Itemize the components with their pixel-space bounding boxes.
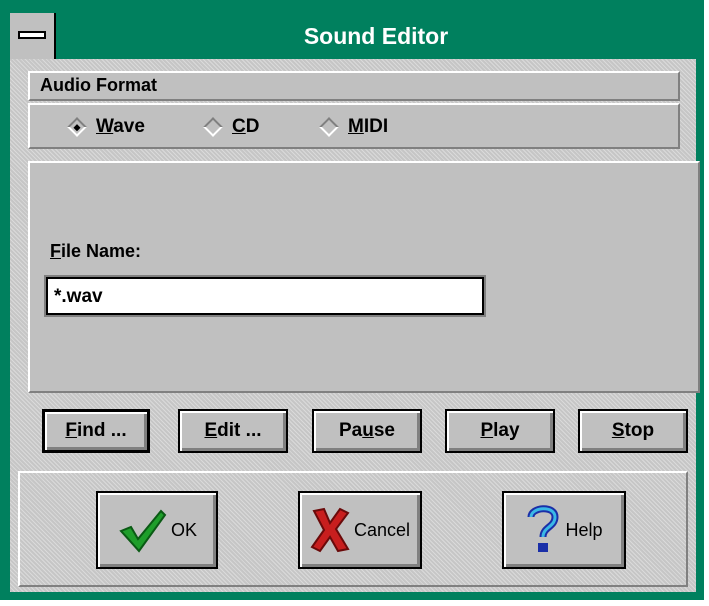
window-title: Sound Editor (303, 23, 449, 49)
help-button[interactable]: Help (502, 491, 626, 569)
system-menu-button[interactable] (10, 13, 56, 59)
system-menu-icon (18, 31, 46, 39)
ok-button[interactable]: OK (96, 491, 218, 569)
x-icon (310, 507, 350, 553)
pause-button-label: Pause (339, 420, 395, 441)
audio-format-options: Wave CD MIDI (28, 103, 680, 149)
title-bar[interactable]: Sound Editor (10, 13, 696, 59)
play-button-label: Play (480, 420, 520, 441)
ok-button-label: OK (170, 519, 197, 540)
file-name-value: *.wav (54, 286, 103, 307)
radio-wave-label: Wave (96, 116, 145, 137)
pause-button[interactable]: Pause (312, 409, 422, 453)
help-button-label: Help (565, 519, 603, 540)
radio-unselected-icon (203, 117, 223, 137)
stop-button[interactable]: Stop (578, 409, 688, 453)
radio-midi-label: MIDI (348, 116, 389, 137)
edit-button-label: Edit ... (204, 420, 262, 441)
audio-format-label: Audio Format (40, 75, 157, 95)
play-button[interactable]: Play (445, 409, 555, 453)
radio-selected-icon (67, 117, 87, 137)
audio-format-header: Audio Format (28, 71, 680, 101)
file-name-label: File Name: (50, 241, 142, 261)
dialog-client-area: Audio Format Wave CD MIDI File Name: *.w… (10, 59, 700, 592)
radio-midi[interactable]: MIDI (319, 116, 389, 138)
find-button[interactable]: Find ... (42, 409, 150, 453)
radio-cd[interactable]: CD (203, 116, 260, 138)
cancel-button-label: Cancel (353, 519, 411, 540)
cancel-button[interactable]: Cancel (298, 491, 422, 569)
find-button-label: Find ... (65, 420, 127, 441)
edit-button[interactable]: Edit ... (178, 409, 288, 453)
radio-wave[interactable]: Wave (67, 116, 145, 138)
file-name-input[interactable]: *.wav (44, 275, 486, 317)
sound-editor-window: Sound Editor Audio Format Wave CD MIDI F… (0, 0, 704, 600)
stop-button-label: Stop (611, 420, 655, 441)
question-mark-icon (527, 505, 559, 552)
radio-unselected-icon (319, 117, 339, 137)
checkmark-icon (119, 509, 167, 553)
radio-cd-label: CD (232, 116, 260, 137)
